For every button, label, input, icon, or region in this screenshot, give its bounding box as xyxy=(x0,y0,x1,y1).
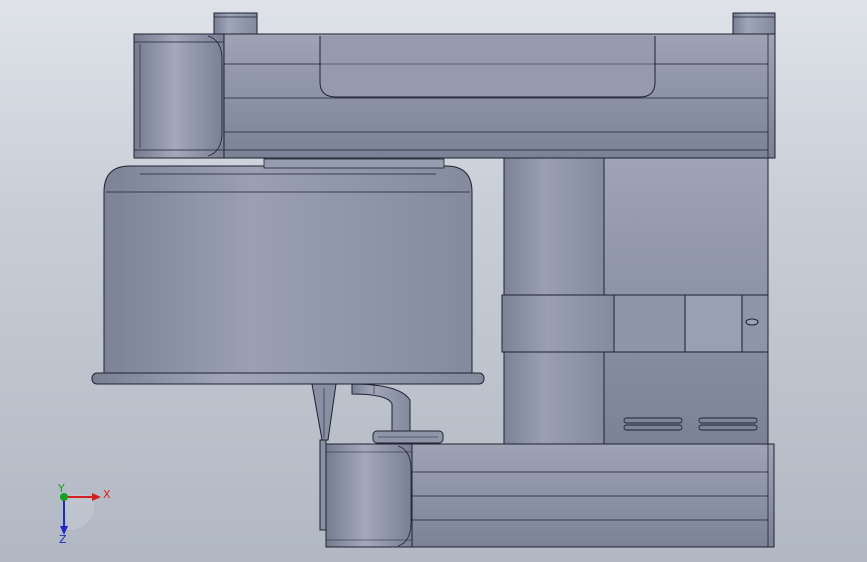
z-axis-label: Z xyxy=(59,533,67,546)
upper-left-roller[interactable] xyxy=(133,33,225,159)
top-right-pin[interactable] xyxy=(732,12,776,35)
tank-top-connector[interactable] xyxy=(263,158,445,169)
tank-base-rim[interactable] xyxy=(91,372,485,385)
lower-left-roller[interactable] xyxy=(325,443,413,548)
x-arrow-head-icon xyxy=(92,493,101,501)
clamp-band[interactable] xyxy=(501,294,769,353)
pipe-flange[interactable] xyxy=(372,430,444,444)
lower-arm-body[interactable] xyxy=(407,443,775,548)
clamp-screw-hole xyxy=(745,318,759,326)
x-axis-label: X xyxy=(103,488,111,501)
top-left-pin[interactable] xyxy=(213,12,258,35)
cylindrical-tank[interactable] xyxy=(103,165,473,379)
cad-graphics-viewport[interactable]: X Y Z xyxy=(0,0,867,562)
coordinate-triad[interactable]: X Y Z xyxy=(57,482,111,546)
bent-pipe[interactable] xyxy=(351,383,411,435)
cad-model-view[interactable]: X Y Z xyxy=(0,0,867,562)
y-axis-label: Y xyxy=(57,482,65,495)
upper-arm-slot[interactable] xyxy=(319,36,656,98)
